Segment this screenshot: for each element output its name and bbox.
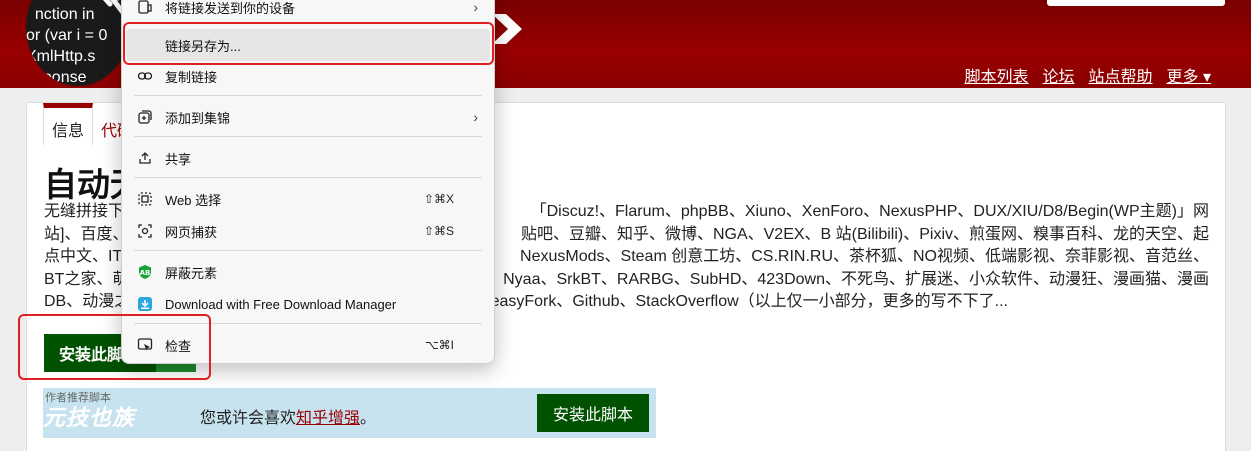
recommended-script-link[interactable]: 知乎增强 <box>296 410 360 427</box>
menu-item-inspect[interactable]: 检查 ⌥⌘I <box>126 329 490 361</box>
download-manager-icon <box>136 295 154 313</box>
chevron-right-icon: › <box>473 109 478 125</box>
svg-text:AB: AB <box>140 269 151 277</box>
menu-item-send-to-device[interactable]: 将链接发送到你的设备 › <box>126 0 490 23</box>
menu-item-copy-link[interactable]: 复制链接 <box>126 60 490 92</box>
menu-item-web-select[interactable]: Web 选择 ⇧⌘X <box>126 183 490 215</box>
menu-separator <box>134 323 482 324</box>
recommend-text: 您或许会喜欢知乎增强。 <box>200 410 377 427</box>
menu-separator <box>134 177 482 178</box>
top-search-box[interactable] <box>1047 0 1225 6</box>
nav-more[interactable]: 更多 ▾ <box>1167 63 1211 87</box>
menu-item-web-capture[interactable]: 网页捕获 ⇧⌘S <box>126 215 490 247</box>
send-to-device-icon <box>136 0 154 16</box>
share-icon <box>136 149 154 167</box>
recommended-script-banner: 元技也族 您或许会喜欢知乎增强。 安装此脚本 <box>43 388 656 438</box>
menu-item-add-to-collections[interactable]: 添加到集锦 › <box>126 101 490 133</box>
menu-shortcut: ⇧⌘S <box>423 224 454 238</box>
desc-line-start: 点中文、IT <box>44 248 123 265</box>
web-capture-icon <box>136 222 154 240</box>
recommend-label: 作者推荐脚本 <box>45 392 111 404</box>
menu-item-share[interactable]: 共享 <box>126 142 490 174</box>
desc-line-end: Nyaa、SrkBT、RARBG、SubHD、423Down、不死鸟、扩展迷、小… <box>503 270 1209 288</box>
desc-line-start: 站]、百度、 <box>44 225 129 243</box>
brand-logo-glyph <box>492 14 522 44</box>
block-element-icon: AB <box>136 263 154 281</box>
desc-line-end: 贴吧、豆瓣、知乎、微博、NGA、V2EX、B 站(Bilibili)、Pixiv… <box>520 225 1209 243</box>
menu-item-free-download-manager[interactable]: Download with Free Download Manager <box>126 288 490 320</box>
desc-line-start: BT之家、萌 <box>44 270 129 288</box>
collections-icon <box>136 108 154 126</box>
desc-line-end: 「Discuz!、Flarum、phpBB、Xiuno、XenForo、Nexu… <box>530 203 1209 220</box>
inspect-icon <box>136 336 154 354</box>
nav-script-list[interactable]: 脚本列表 <box>964 63 1028 87</box>
nav-forum[interactable]: 论坛 <box>1042 63 1074 87</box>
menu-shortcut: ⇧⌘X <box>423 192 454 206</box>
menu-shortcut: ⌥⌘I <box>424 338 454 352</box>
menu-separator <box>134 95 482 96</box>
tab-info[interactable]: 信息 <box>43 103 94 145</box>
nav-help[interactable]: 站点帮助 <box>1089 63 1153 87</box>
install-button-label: 安装此脚 <box>59 347 124 364</box>
menu-separator <box>134 136 482 137</box>
site-nav: 脚本列表 论坛 站点帮助 更多 ▾ <box>964 63 1211 87</box>
context-menu: 将链接发送到你的设备 › 链接另存为... 复制链接 添加到集锦 › 共享 We… <box>121 0 495 364</box>
desc-line-start: 无缝拼接下 <box>44 203 125 220</box>
menu-separator <box>134 250 482 251</box>
desc-line-end: NexusMods、Steam 创意工坊、CS.RIN.RU、茶杯狐、NO视频、… <box>520 248 1209 265</box>
desc-line-start: DB、动漫之 <box>44 293 131 310</box>
menu-item-save-link-as[interactable]: 链接另存为... <box>126 29 490 61</box>
chevron-right-icon: › <box>473 0 478 15</box>
link-icon <box>136 67 154 85</box>
site-logo[interactable]: nction in or (var i = 0 XmlHttp.s espons… <box>26 0 130 86</box>
web-select-icon <box>136 190 154 208</box>
install-recommended-button[interactable]: 安装此脚本 <box>537 394 649 432</box>
menu-item-block-element[interactable]: AB 屏蔽元素 <box>126 256 490 288</box>
desc-line-end: reasyFork、Github、StackOverflow（以上仅一小部分，更… <box>485 293 1008 310</box>
